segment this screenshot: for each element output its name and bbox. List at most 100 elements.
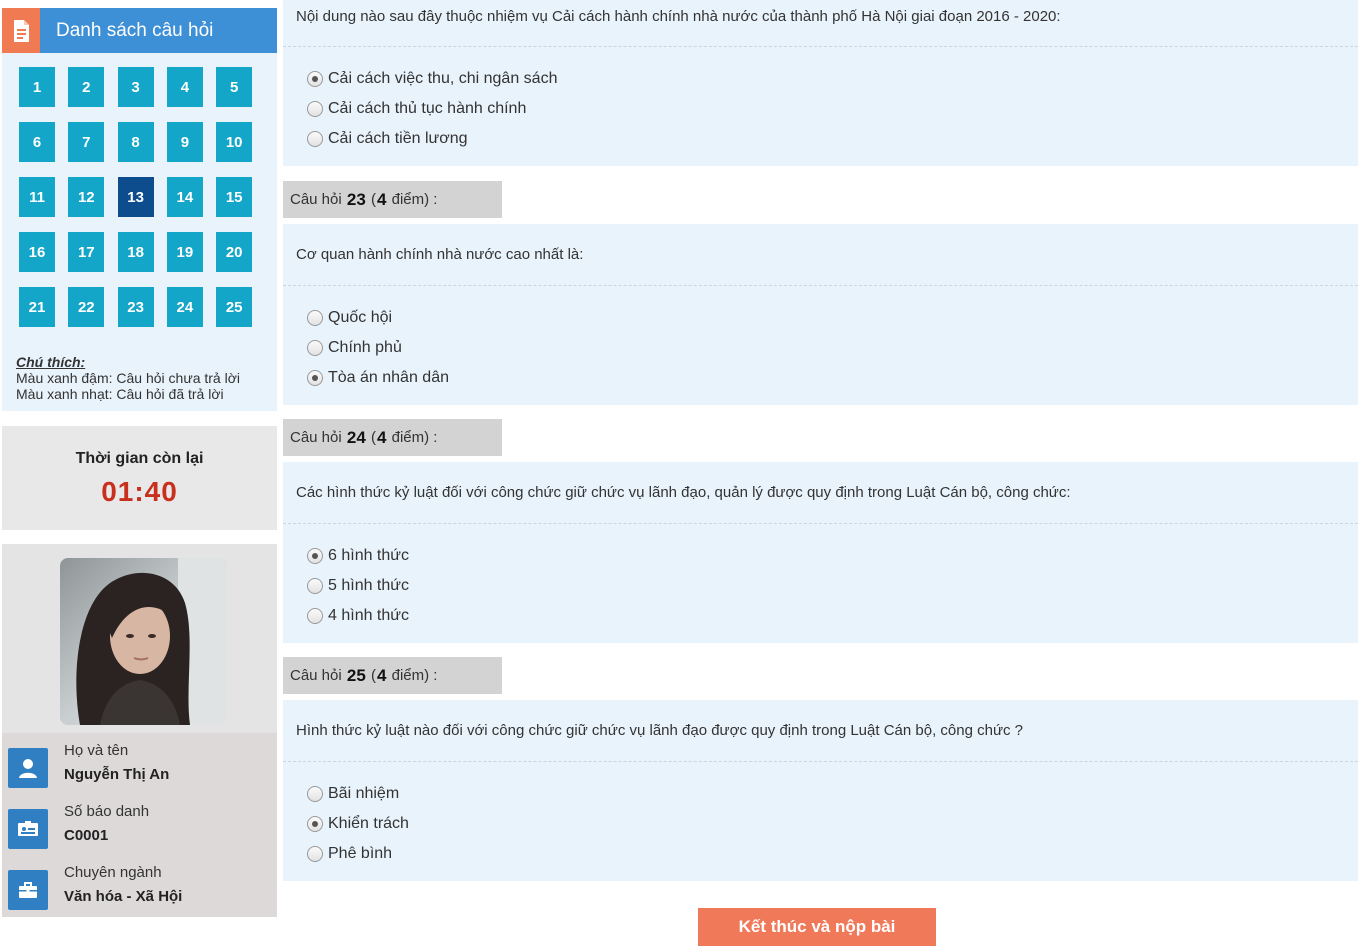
candidate-info: Họ và tên Nguyễn Thị An Số báo danh C000… (2, 733, 277, 917)
question-number-button[interactable]: 9 (166, 122, 203, 162)
timer-panel: Thời gian còn lại 01:40 (2, 426, 277, 530)
question-number-button[interactable]: 3 (117, 67, 154, 107)
question-list-panel: Danh sách câu hỏi 1 2 3 4 5 6 7 8 9 10 11 12 13 14 15 1… (2, 8, 277, 411)
question-list-title: Danh sách câu hỏi (56, 19, 214, 41)
question-number-button[interactable]: 20 (216, 232, 253, 272)
answer-option-label: Quốc hội (328, 309, 393, 326)
candidate-photo (60, 558, 227, 725)
radio-button[interactable] (307, 71, 323, 87)
question-label: Câu hỏi (290, 429, 342, 446)
question-number-button[interactable]: 23 (117, 287, 154, 327)
answer-option[interactable]: Cải cách thủ tục hành chính (307, 100, 526, 118)
question-number: 24 (346, 427, 366, 447)
answer-option-label: Phê bình (328, 845, 393, 862)
candidate-profile: Họ và tên Nguyễn Thị An Số báo danh C000… (2, 544, 277, 917)
radio-button[interactable] (307, 608, 323, 624)
radio-button[interactable] (307, 786, 323, 802)
timer-value: 01:40 (101, 476, 178, 507)
question-header: Câu hỏi 23 (4 điểm) : (283, 181, 502, 218)
question-points: 4 (376, 665, 387, 685)
divider (283, 523, 1358, 524)
radio-button[interactable] (307, 548, 323, 564)
question-header: Câu hỏi 25 (4 điểm) : (283, 657, 502, 694)
question-number-button[interactable]: 14 (166, 177, 203, 217)
answer-option[interactable]: Cải cách việc thu, chi ngân sách (307, 70, 557, 88)
question-number-button[interactable]: 11 (19, 177, 55, 217)
question-prompt: Cơ quan hành chính nhà nước cao nhất là: (296, 246, 584, 263)
legend-light: Màu xanh nhạt: Câu hỏi đã trả lời (16, 386, 224, 402)
question-points-suffix: điểm) : (391, 191, 438, 208)
radio-button[interactable] (307, 310, 323, 326)
question-number-button[interactable]: 22 (68, 287, 105, 327)
question-number-button[interactable]: 4 (166, 67, 203, 107)
question-number-button[interactable]: 13 (117, 177, 154, 217)
radio-button[interactable] (307, 846, 323, 862)
question-number-button[interactable]: 6 (19, 122, 55, 162)
question-number: 23 (346, 189, 366, 209)
major-value: Văn hóa - Xã Hội (64, 888, 183, 905)
radio-button[interactable] (307, 131, 323, 147)
question-number-button[interactable]: 24 (166, 287, 203, 327)
question-number-button[interactable]: 19 (166, 232, 203, 272)
question-number-button[interactable]: 21 (19, 287, 55, 327)
answer-option[interactable]: Phê bình (307, 845, 392, 863)
answer-option[interactable]: Quốc hội (307, 309, 392, 327)
id-label: Số báo danh (64, 803, 150, 820)
question-block: Các hình thức kỷ luật đối với công chức … (283, 462, 1358, 643)
answer-option-label: Khiển trách (328, 815, 409, 832)
briefcase-icon (8, 870, 48, 910)
question-number-button[interactable]: 15 (216, 177, 253, 217)
question-number-button[interactable]: 18 (117, 232, 154, 272)
submit-exam-button[interactable]: Kết thúc và nộp bài (698, 908, 936, 946)
question-prompt: Nội dung nào sau đây thuộc nhiệm vụ Cải … (296, 8, 1061, 25)
question-number-button[interactable]: 12 (68, 177, 105, 217)
question-block: Nội dung nào sau đây thuộc nhiệm vụ Cải … (283, 0, 1358, 166)
radio-button[interactable] (307, 340, 323, 356)
question-number-button[interactable]: 5 (216, 67, 253, 107)
question-number-button[interactable]: 2 (68, 67, 105, 107)
answer-option[interactable]: Chính phủ (307, 339, 402, 357)
question-points: 4 (376, 427, 387, 447)
answer-option[interactable]: Cải cách tiền lương (307, 130, 468, 148)
answer-option-label: 5 hình thức (328, 577, 409, 594)
question-prompt: Các hình thức kỷ luật đối với công chức … (296, 484, 1071, 501)
legend-dark: Màu xanh đậm: Câu hỏi chưa trả lời (16, 370, 240, 386)
left-panel: Danh sách câu hỏi 1 2 3 4 5 6 7 8 9 10 11 12 13 14 15 1… (2, 8, 277, 917)
radio-button[interactable] (307, 101, 323, 117)
answer-option[interactable]: Bãi nhiệm (307, 785, 399, 803)
question-number: 25 (346, 665, 366, 685)
answer-option-label: Tòa án nhân dân (328, 369, 449, 386)
question-number-button[interactable]: 1 (19, 67, 55, 107)
answer-option[interactable]: 6 hình thức (307, 547, 409, 565)
answer-option[interactable]: 4 hình thức (307, 607, 409, 625)
divider (283, 46, 1358, 47)
answer-option-label: 6 hình thức (328, 547, 409, 564)
question-number-button[interactable]: 8 (117, 122, 154, 162)
answer-option[interactable]: Khiển trách (307, 815, 409, 833)
radio-button[interactable] (307, 578, 323, 594)
question-number-button[interactable]: 10 (216, 122, 253, 162)
answer-option-label: Chính phủ (328, 339, 402, 356)
divider (283, 285, 1358, 286)
id-card-icon (8, 809, 48, 849)
radio-button[interactable] (307, 370, 323, 386)
answer-option[interactable]: 5 hình thức (307, 577, 409, 595)
name-label: Họ và tên (64, 742, 129, 759)
answer-option-label: Bãi nhiệm (328, 785, 400, 802)
answer-option[interactable]: Tòa án nhân dân (307, 369, 449, 387)
question-label: Câu hỏi (290, 667, 342, 684)
question-header: Câu hỏi 24 (4 điểm) : (283, 419, 502, 456)
question-number-button[interactable]: 16 (19, 232, 55, 272)
radio-button[interactable] (307, 816, 323, 832)
question-points-suffix: điểm) : (391, 667, 438, 684)
answer-option-label: Cải cách tiền lương (328, 130, 468, 147)
question-number-button[interactable]: 25 (216, 287, 253, 327)
answer-option-label: Cải cách thủ tục hành chính (328, 100, 527, 117)
question-number-button[interactable]: 17 (68, 232, 105, 272)
question-number-button[interactable]: 7 (68, 122, 105, 162)
timer-label: Thời gian còn lại (75, 450, 204, 467)
legend-title: Chú thích: (16, 354, 86, 370)
major-label: Chuyên ngành (64, 864, 162, 881)
question-points-suffix: điểm) : (391, 429, 438, 446)
question-prompt: Hình thức kỷ luật nào đối với công chức … (296, 722, 1023, 739)
